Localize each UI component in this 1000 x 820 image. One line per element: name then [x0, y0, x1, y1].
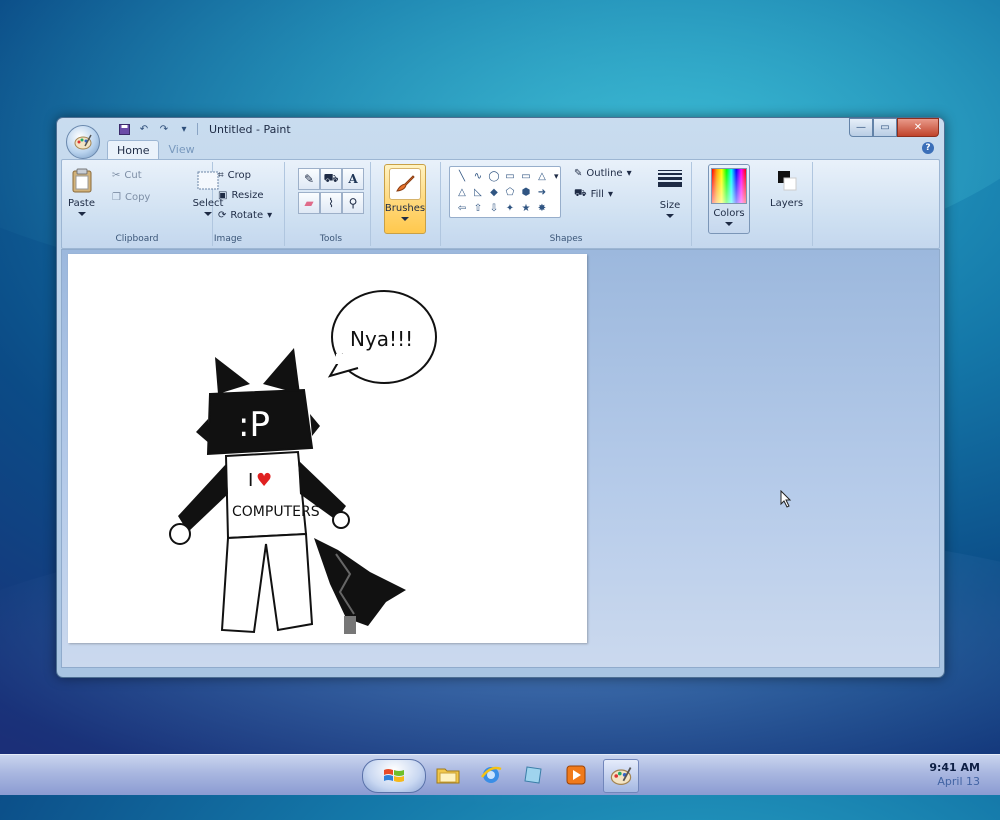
cut-button[interactable]: ✂ Cut: [112, 170, 142, 181]
workspace: Nya!!! :P I ♥ COMPUTERS: [61, 249, 940, 668]
layers-button[interactable]: Layers: [770, 168, 803, 209]
shirt-text-computers: COMPUTERS: [232, 504, 320, 520]
close-button[interactable]: ✕: [897, 118, 939, 137]
line-size-icon: [658, 170, 682, 196]
fill-icon: ⛟: [574, 188, 587, 199]
media-player-icon[interactable]: [561, 760, 591, 790]
paint-menu-button[interactable]: [66, 125, 100, 159]
colors-button[interactable]: Colors: [708, 164, 750, 234]
shape-up-arrow-icon[interactable]: ⇧: [470, 200, 486, 216]
speech-text: Nya!!!: [350, 327, 413, 351]
customize-qat-icon[interactable]: ▾: [177, 122, 191, 136]
system-clock[interactable]: 9:41 AM April 13: [929, 761, 980, 788]
shape-hexagon-icon[interactable]: ⬢: [518, 184, 534, 200]
scissors-icon: ✂: [112, 170, 121, 181]
color-spectrum-icon: [711, 168, 747, 204]
image-group: Select ⌗ Crop ▣ Resize ⟳ Rotate ▾ Image: [193, 162, 285, 246]
shapes-group-label: Shapes: [549, 234, 583, 244]
fill-bucket-icon[interactable]: ⛟: [320, 168, 342, 190]
clock-date: April 13: [937, 775, 980, 788]
text-tool-icon[interactable]: A: [342, 168, 364, 190]
window-title: Untitled - Paint: [209, 123, 291, 136]
shape-down-arrow-icon[interactable]: ⇩: [486, 200, 502, 216]
minimize-button[interactable]: —: [849, 118, 873, 137]
copy-button[interactable]: ❐ Copy: [112, 192, 150, 203]
shirt-text-i: I: [248, 470, 253, 491]
shape-curve-icon[interactable]: ∿: [470, 168, 486, 184]
shape-oval-icon[interactable]: ◯: [486, 168, 502, 184]
color-picker-icon[interactable]: ⌇: [320, 192, 342, 214]
copy-icon: ❐: [112, 192, 121, 203]
shape-line-icon[interactable]: ╲: [454, 168, 470, 184]
shapes-scroll-icon[interactable]: ▾: [554, 172, 559, 182]
tab-view[interactable]: View: [159, 140, 203, 159]
tools-group-label: Tools: [319, 234, 343, 244]
eraser-icon[interactable]: ▰: [298, 192, 320, 214]
save-icon[interactable]: [117, 122, 131, 136]
shape-left-arrow-icon[interactable]: ⇦: [454, 200, 470, 216]
rotate-icon: ⟳: [218, 210, 227, 221]
paint-window: ↶ ↷ ▾ Untitled - Paint — ▭ ✕ Home View ?…: [56, 117, 945, 678]
heart-icon: ♥: [256, 470, 272, 491]
outline-button[interactable]: ✎ Outline ▾: [574, 168, 632, 179]
shape-pentagon-icon[interactable]: ⬠: [502, 184, 518, 200]
size-button[interactable]: Size: [658, 170, 682, 218]
fill-button[interactable]: ⛟ Fill ▾: [574, 188, 613, 201]
crop-icon: ⌗: [218, 170, 224, 181]
palette-icon: [74, 134, 92, 150]
start-button[interactable]: [362, 759, 426, 793]
magnifier-icon[interactable]: ⚲: [342, 192, 364, 214]
resize-icon: ▣: [218, 190, 228, 201]
quick-access-toolbar: ↶ ↷ ▾: [117, 122, 198, 136]
layers-icon: [777, 171, 797, 191]
drawing-artwork: Nya!!! :P I ♥ COMPUTERS: [169, 290, 437, 634]
internet-explorer-icon[interactable]: [476, 760, 506, 790]
image-group-label: Image: [213, 234, 243, 244]
media-center-icon[interactable]: [519, 760, 549, 790]
shape-six-point-star-icon[interactable]: ✸: [534, 200, 550, 216]
tools-group: ✎ ⛟ A ▰ ⌇ ⚲ Tools: [292, 162, 371, 246]
outline-icon: ✎: [574, 168, 583, 179]
rotate-dropdown-icon: ▾: [267, 210, 273, 221]
mouse-cursor-icon: [780, 490, 792, 508]
maximize-button[interactable]: ▭: [873, 118, 897, 137]
shape-polygon-icon[interactable]: △: [534, 168, 550, 184]
clock-time: 9:41 AM: [929, 761, 980, 774]
brushes-button[interactable]: Brushes: [384, 164, 426, 234]
face-text: :P: [238, 405, 270, 445]
windows-logo-icon: [384, 769, 404, 782]
tab-home[interactable]: Home: [107, 140, 160, 159]
shape-right-arrow-icon[interactable]: ➜: [534, 184, 550, 200]
ribbon: Paste ✂ Cut ❐ Copy Clipboard Select ⌗ Cr…: [61, 159, 940, 249]
crop-button[interactable]: ⌗ Crop: [218, 170, 251, 181]
shape-rounded-rectangle-icon[interactable]: ▭: [518, 168, 534, 184]
shapes-gallery[interactable]: ╲ ∿ ◯ ▭ ▭ △ △ ◺ ◆ ⬠ ⬢ ➜ ⇦ ⇧ ⇩ ✦ ★ ✸: [449, 166, 561, 218]
paste-dropdown-arrow: [77, 212, 86, 216]
rotate-button[interactable]: ⟳ Rotate ▾: [218, 210, 272, 221]
shape-rectangle-icon[interactable]: ▭: [502, 168, 518, 184]
drawing-canvas[interactable]: Nya!!! :P I ♥ COMPUTERS: [68, 254, 587, 643]
pencil-icon[interactable]: ✎: [298, 168, 320, 190]
file-explorer-icon[interactable]: [433, 760, 463, 790]
shape-right-triangle-icon[interactable]: ◺: [470, 184, 486, 200]
clipboard-icon: [72, 168, 91, 193]
paste-button[interactable]: Paste: [68, 168, 95, 216]
help-icon[interactable]: ?: [922, 142, 934, 154]
shape-four-point-star-icon[interactable]: ✦: [502, 200, 518, 216]
title-bar[interactable]: ↶ ↷ ▾ Untitled - Paint — ▭ ✕: [57, 118, 944, 140]
brush-icon: [389, 168, 421, 200]
resize-button[interactable]: ▣ Resize: [218, 190, 264, 201]
shape-diamond-icon[interactable]: ◆: [486, 184, 502, 200]
undo-icon[interactable]: ↶: [137, 122, 151, 136]
taskbar: 9:41 AM April 13: [0, 754, 1000, 795]
shape-five-point-star-icon[interactable]: ★: [518, 200, 534, 216]
shape-triangle-icon[interactable]: △: [454, 184, 470, 200]
redo-icon[interactable]: ↷: [157, 122, 171, 136]
paint-taskbar-icon[interactable]: [603, 759, 639, 793]
